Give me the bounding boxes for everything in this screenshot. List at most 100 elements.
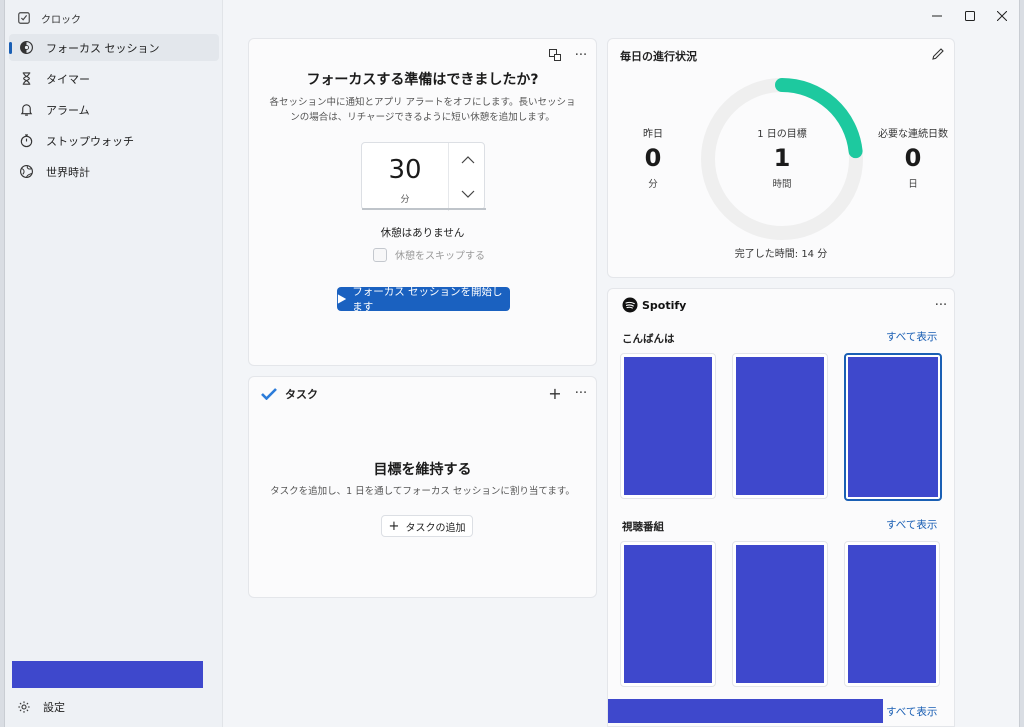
more-icon: ··· bbox=[574, 385, 588, 401]
see-all-link[interactable]: すべて表示 bbox=[886, 329, 937, 344]
sidebar-item-settings[interactable]: 設定 bbox=[17, 699, 65, 715]
pencil-icon[interactable] bbox=[930, 46, 946, 62]
close-button[interactable] bbox=[992, 8, 1012, 24]
minutes-unit: 分 bbox=[400, 195, 410, 205]
skip-break-checkbox[interactable] bbox=[373, 247, 387, 262]
stepper-underline bbox=[362, 208, 486, 210]
sidebar-item-focus[interactable]: フォーカス セッション bbox=[9, 34, 219, 61]
playlist-tile-selected[interactable] bbox=[844, 353, 942, 501]
tasks-description: タスクを追加し、1 日を通してフォーカス セッションに割り当てます。 bbox=[270, 486, 575, 497]
plus-icon: + bbox=[548, 383, 562, 403]
add-task-plus-button[interactable]: + bbox=[546, 383, 564, 403]
goal-unit: 時間 bbox=[772, 179, 792, 190]
see-all-link[interactable]: すべて表示 bbox=[886, 704, 937, 719]
more-options-button[interactable]: ··· bbox=[572, 47, 590, 63]
podcast-cover bbox=[848, 545, 936, 683]
sidebar-item-label: タイマー bbox=[46, 72, 90, 86]
decrease-button[interactable] bbox=[449, 177, 486, 211]
minimize-button[interactable] bbox=[927, 8, 947, 24]
compact-view-icon bbox=[549, 49, 561, 61]
yesterday-stat: 昨日 0 分 bbox=[608, 125, 698, 190]
podcast-tile[interactable] bbox=[620, 541, 716, 687]
yesterday-unit: 分 bbox=[648, 179, 658, 190]
section-title: こんばんは bbox=[622, 333, 675, 345]
break-status: 休憩はありません bbox=[380, 227, 465, 239]
minimize-icon bbox=[932, 15, 942, 17]
progress-title: 毎日の進行状況 bbox=[620, 50, 697, 63]
playlist-tile[interactable] bbox=[732, 353, 828, 499]
chevron-down-icon bbox=[461, 190, 474, 198]
tasks-card: タスク + ··· 目標を維持する タスクを追加し、1 日を通してフォーカス セ… bbox=[248, 376, 597, 598]
goal-label: 1 日の目標 bbox=[757, 129, 807, 140]
section-title: 視聴番組 bbox=[622, 521, 664, 533]
sidebar-item-alarm[interactable]: アラーム bbox=[9, 96, 219, 123]
streak-stat: 必要な連続日数 0 日 bbox=[870, 125, 956, 190]
sidebar-item-label: ストップウォッチ bbox=[46, 134, 134, 148]
playlist-tile[interactable] bbox=[620, 353, 716, 499]
playlist-cover bbox=[624, 357, 712, 495]
plus-icon: + bbox=[388, 518, 400, 534]
podcast-cover bbox=[624, 545, 712, 683]
maximize-button[interactable] bbox=[960, 8, 980, 24]
tasks-header: タスク bbox=[261, 386, 318, 402]
redacted-block bbox=[608, 699, 883, 723]
clock-window: クロック フォーカス セッション タイマー アラーム ストップウォッチ 世界時計… bbox=[4, 0, 1020, 727]
todo-check-icon bbox=[261, 388, 277, 400]
increase-button[interactable] bbox=[449, 143, 486, 177]
skip-break-label: 休憩をスキップする bbox=[395, 251, 485, 262]
bell-icon bbox=[20, 104, 33, 116]
spotify-brand: Spotify bbox=[642, 298, 687, 312]
app-title-bar: クロック bbox=[17, 10, 81, 26]
clock-app-icon bbox=[18, 12, 30, 24]
podcast-tile[interactable] bbox=[732, 541, 828, 687]
daily-goal-ring[interactable]: 1 日の目標 1 時間 bbox=[700, 77, 864, 241]
daily-progress-card: 毎日の進行状況 昨日 0 分 1 日の目標 1 時間 必要な連続日数 0 日 完… bbox=[607, 38, 955, 278]
goal-stat: 1 日の目標 1 時間 bbox=[700, 125, 864, 190]
see-all-link[interactable]: すべて表示 bbox=[886, 517, 937, 532]
sidebar-item-label: 世界時計 bbox=[46, 165, 90, 179]
start-focus-button[interactable]: フォーカス セッションを開始します bbox=[337, 286, 510, 313]
focus-icon bbox=[20, 41, 33, 54]
globe-icon bbox=[20, 165, 33, 178]
minutes-value[interactable]: 30 bbox=[362, 155, 448, 185]
streak-value: 0 bbox=[904, 144, 922, 172]
maximize-icon bbox=[965, 11, 975, 21]
minutes-stepper[interactable]: 30 分 bbox=[361, 142, 486, 211]
streak-label: 必要な連続日数 bbox=[878, 129, 948, 140]
sidebar: クロック フォーカス セッション タイマー アラーム ストップウォッチ 世界時計… bbox=[5, 0, 223, 727]
play-icon bbox=[337, 294, 347, 304]
podcast-tile[interactable] bbox=[844, 541, 940, 687]
completed-time: 完了した時間: 14 分 bbox=[734, 249, 828, 260]
focus-title: フォーカスする準備はできましたか? bbox=[306, 72, 539, 88]
chevron-up-icon bbox=[461, 156, 474, 164]
focus-session-card: ··· フォーカスする準備はできましたか? 各セッション中に通知とアプリ アラー… bbox=[248, 38, 597, 366]
more-icon: ··· bbox=[934, 297, 948, 313]
yesterday-value: 0 bbox=[644, 144, 662, 172]
add-task-button[interactable]: + タスクの追加 bbox=[381, 515, 473, 537]
spotify-logo-icon bbox=[622, 297, 638, 313]
spotify-more-button[interactable]: ··· bbox=[932, 297, 950, 313]
sidebar-item-stopwatch[interactable]: ストップウォッチ bbox=[9, 127, 219, 154]
focus-description: 各セッション中に通知とアプリ アラートをオフにします。長いセッションの場合は、リ… bbox=[269, 97, 576, 123]
gear-icon bbox=[18, 701, 30, 713]
compact-view-button[interactable] bbox=[546, 47, 564, 63]
sidebar-item-timer[interactable]: タイマー bbox=[9, 65, 219, 92]
stopwatch-icon bbox=[20, 134, 33, 148]
playlist-cover bbox=[736, 357, 824, 495]
sidebar-item-world-clock[interactable]: 世界時計 bbox=[9, 158, 219, 185]
redacted-block bbox=[12, 661, 203, 688]
sidebar-nav: フォーカス セッション タイマー アラーム ストップウォッチ 世界時計 bbox=[9, 34, 219, 189]
sidebar-item-label: アラーム bbox=[46, 103, 90, 117]
tasks-header-label: タスク bbox=[285, 388, 318, 401]
streak-unit: 日 bbox=[908, 179, 918, 190]
tasks-title: 目標を維持する bbox=[373, 462, 472, 478]
goal-value: 1 bbox=[773, 144, 791, 172]
sidebar-item-label: フォーカス セッション bbox=[46, 41, 160, 55]
spotify-card: Spotify ··· こんばんは すべて表示 視聴番組 すべて表示 すべて表示 bbox=[607, 288, 955, 727]
playlist-cover bbox=[848, 357, 938, 497]
hourglass-icon bbox=[22, 72, 31, 85]
skip-break-checkbox-row[interactable]: 休憩をスキップする bbox=[373, 247, 485, 262]
close-icon bbox=[997, 11, 1007, 21]
spotify-header: Spotify bbox=[622, 297, 686, 313]
tasks-more-button[interactable]: ··· bbox=[572, 385, 590, 401]
